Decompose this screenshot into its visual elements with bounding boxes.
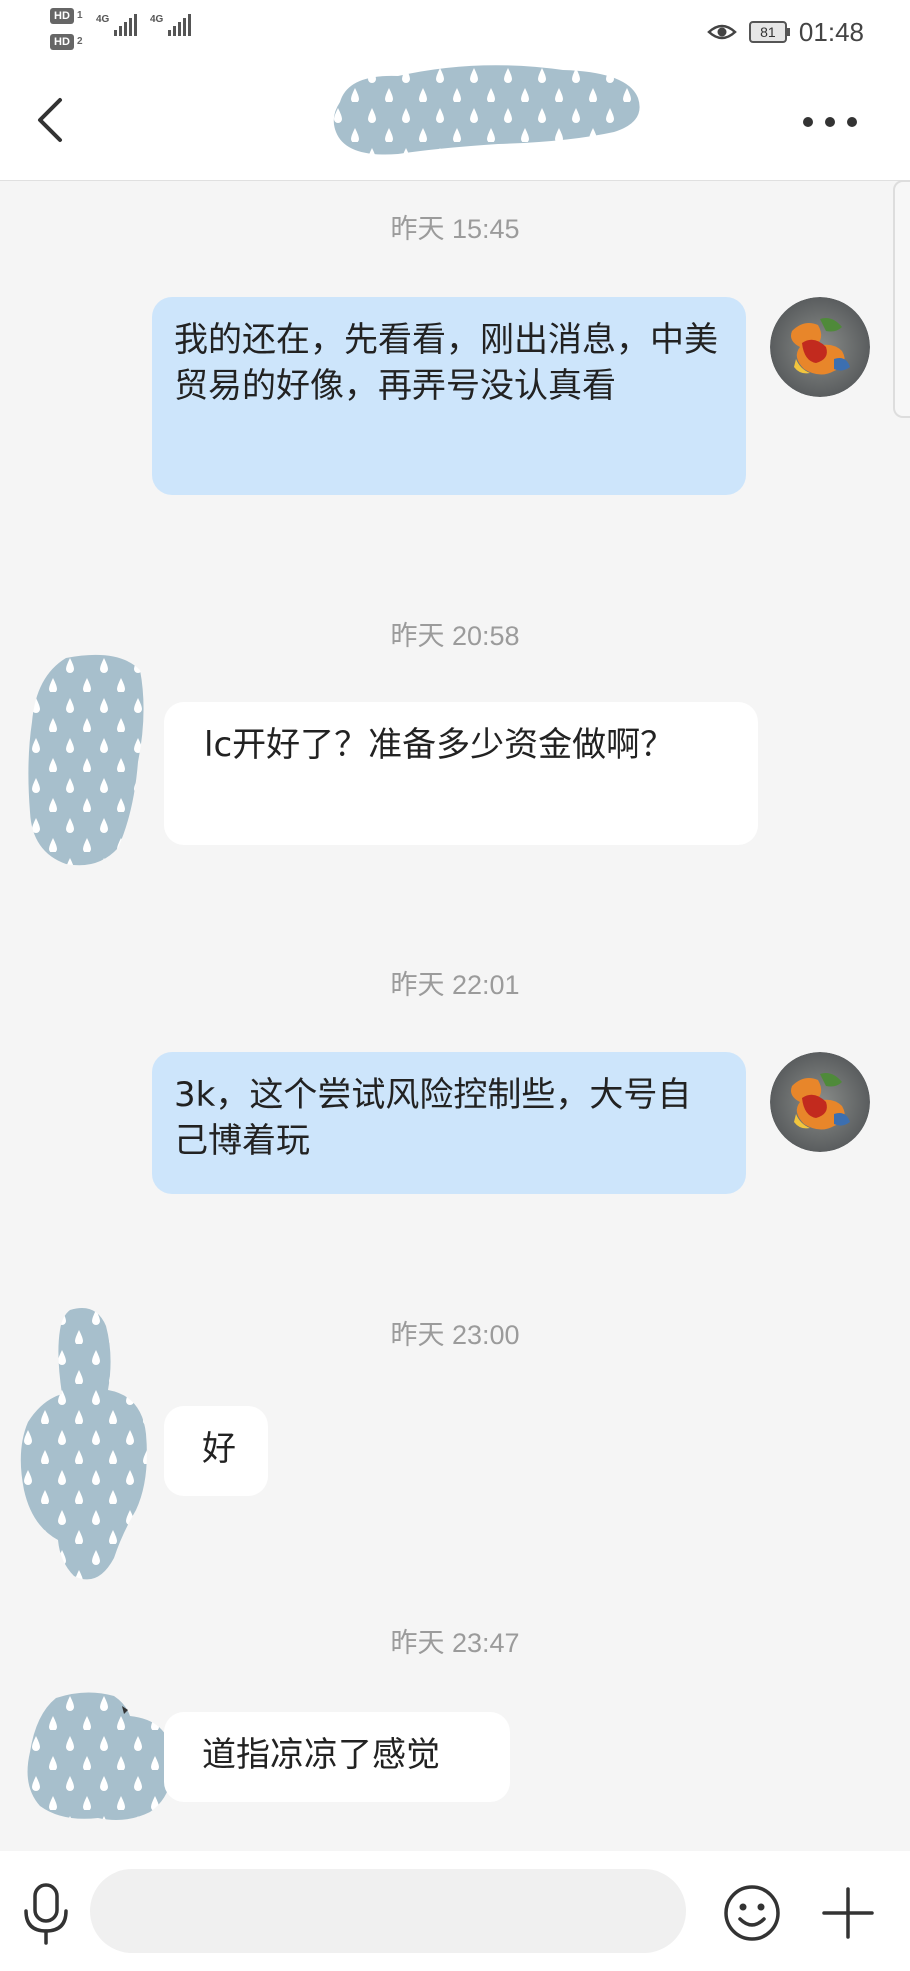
hd-badge-2-sub: 2 — [77, 36, 83, 47]
message-input[interactable] — [90, 1869, 686, 1953]
smiley-icon[interactable] — [722, 1883, 782, 1943]
message-bubble-outgoing[interactable]: 我的还在，先看看，刚出消息，中美贸易的好像，再弄号没认真看 — [152, 297, 746, 495]
redacted-contact-avatar — [27, 1692, 173, 1820]
my-avatar[interactable] — [770, 297, 870, 397]
hd-badge-1: HD — [50, 8, 74, 24]
plus-icon[interactable] — [818, 1883, 878, 1943]
more-options-icon[interactable] — [790, 104, 870, 140]
battery-indicator: 81 — [748, 21, 790, 43]
signal-bars-2-icon — [168, 14, 191, 36]
message-timestamp: 昨天 22:01 — [390, 970, 520, 1000]
message-bubble-outgoing[interactable]: 3k，这个尝试风险控制些，大号自己博着玩 — [152, 1052, 746, 1194]
network-type-1: 4G — [96, 14, 110, 25]
my-avatar[interactable] — [770, 1052, 870, 1152]
message-timestamp: 昨天 23:47 — [390, 1628, 520, 1658]
network-type-2: 4G — [150, 14, 164, 25]
chat-header — [0, 62, 910, 181]
status-time: 01:48 — [798, 16, 864, 47]
eye-icon — [707, 24, 737, 40]
input-bar — [0, 1851, 910, 1971]
microphone-icon[interactable] — [18, 1881, 74, 1945]
message-bubble-incoming[interactable]: lc开好了？准备多少资金做啊？ — [164, 702, 758, 845]
hd-badge-2: HD — [50, 34, 74, 50]
back-chevron-icon[interactable] — [26, 90, 86, 150]
status-bar: HD 1 HD 2 4G 4G 81 01:48 — [0, 0, 910, 62]
hd-badge-1-sub: 1 — [77, 10, 83, 21]
redacted-contact-name — [333, 65, 640, 155]
message-timestamp: 昨天 20:58 — [390, 621, 520, 651]
signal-bars-1-icon — [114, 14, 137, 36]
redacted-contact-avatar — [28, 654, 144, 866]
redacted-contact-avatar — [20, 1308, 147, 1580]
signal-indicators: HD 1 HD 2 4G 4G — [50, 8, 210, 58]
message-bubble-incoming[interactable]: 道指凉凉了感觉 — [164, 1712, 510, 1802]
message-bubble-incoming[interactable]: 好 — [164, 1406, 268, 1496]
message-timestamp: 昨天 15:45 — [390, 214, 520, 244]
